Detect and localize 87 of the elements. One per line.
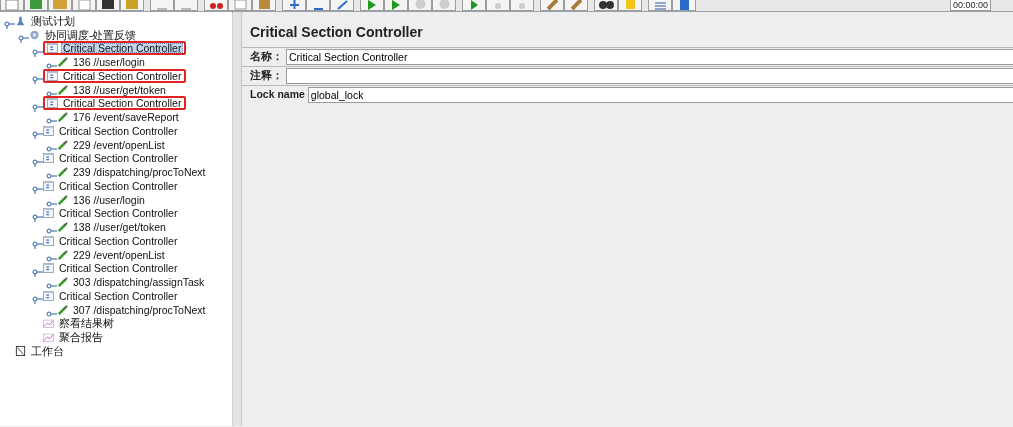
folder-icon bbox=[52, 0, 68, 10]
tree-item[interactable]: 138 //user/get/token bbox=[71, 84, 168, 95]
tree-item[interactable]: Critical Section Controller bbox=[57, 208, 180, 219]
play-button[interactable] bbox=[384, 0, 408, 11]
tree-item[interactable]: Critical Section Controller bbox=[57, 180, 180, 191]
folder-button[interactable] bbox=[48, 0, 72, 11]
tree-item[interactable]: 138 //user/get/token bbox=[71, 222, 168, 233]
play-icon bbox=[391, 0, 401, 10]
flask-icon bbox=[15, 15, 26, 26]
binoculars-icon bbox=[597, 0, 615, 10]
pipette-icon bbox=[57, 167, 68, 178]
pipette-icon bbox=[57, 222, 68, 233]
tree-item[interactable]: 229 /event/openList bbox=[71, 249, 167, 260]
tree-item[interactable]: 307 /dispatching/procToNext bbox=[71, 304, 208, 315]
plus-icon bbox=[288, 0, 300, 10]
tree-item[interactable]: Critical Section Controller bbox=[57, 235, 180, 246]
elapsed-time: 00:00:00 bbox=[949, 0, 991, 11]
minus-button[interactable] bbox=[306, 0, 330, 11]
controller-icon bbox=[43, 235, 54, 246]
tree-item[interactable]: Critical Section Controller bbox=[57, 153, 180, 164]
pipette-icon bbox=[57, 139, 68, 150]
notepad-icon bbox=[15, 345, 26, 356]
list-button[interactable] bbox=[648, 0, 672, 11]
stop-icon bbox=[518, 2, 526, 10]
stop-button[interactable] bbox=[408, 0, 432, 11]
tree-item[interactable]: 工作台 bbox=[29, 345, 66, 356]
controller-icon bbox=[43, 153, 54, 164]
pipette-icon bbox=[57, 57, 68, 68]
pipette-icon bbox=[57, 249, 68, 260]
page-button[interactable] bbox=[0, 0, 24, 11]
tree-item[interactable]: Critical Section Controller bbox=[57, 263, 180, 274]
tree-item[interactable]: 136 //user/login bbox=[71, 194, 147, 205]
controller-icon bbox=[43, 180, 54, 191]
copy-icon bbox=[233, 0, 247, 10]
tree-item[interactable]: Critical Section Controller bbox=[61, 98, 184, 109]
controller-icon bbox=[43, 208, 54, 219]
tree-item[interactable]: 测试计划 bbox=[29, 15, 77, 26]
tree-item[interactable]: 聚合报告 bbox=[57, 332, 105, 343]
tree-item[interactable]: Critical Section Controller bbox=[57, 125, 180, 136]
tree-item[interactable]: Critical Section Controller bbox=[61, 43, 184, 54]
binoculars-button[interactable] bbox=[594, 0, 618, 11]
tree-item[interactable]: Critical Section Controller bbox=[61, 70, 184, 81]
chart-icon bbox=[43, 332, 54, 343]
play-icon bbox=[367, 0, 377, 10]
tree-item[interactable]: 229 /event/openList bbox=[71, 139, 167, 150]
plus-button[interactable] bbox=[282, 0, 306, 11]
controller-icon bbox=[47, 70, 58, 81]
stop-icon bbox=[438, 0, 450, 10]
text-field[interactable]: global_lock bbox=[307, 87, 1013, 103]
panel-title: Critical Section Controller bbox=[249, 23, 424, 42]
tree-item[interactable]: 协同调度-处置反馈 bbox=[43, 29, 139, 40]
field-label: Lock name bbox=[250, 87, 305, 103]
stop-button[interactable] bbox=[432, 0, 456, 11]
play-icon bbox=[469, 0, 479, 10]
stop-icon bbox=[494, 2, 502, 10]
stop-button[interactable] bbox=[510, 0, 534, 11]
stop-button[interactable] bbox=[486, 0, 510, 11]
tree-item[interactable]: 察看结果树 bbox=[57, 318, 116, 329]
tree-item[interactable]: 303 /dispatching/assignTask bbox=[71, 277, 207, 288]
pipette-icon bbox=[57, 112, 68, 123]
list-icon bbox=[653, 2, 667, 10]
text-field[interactable]: Critical Section Controller bbox=[286, 49, 1013, 65]
pipette-icon bbox=[57, 277, 68, 288]
field-label: 注释： bbox=[250, 68, 283, 84]
stop-icon bbox=[414, 0, 426, 10]
controller-icon bbox=[43, 263, 54, 274]
play-button[interactable] bbox=[462, 0, 486, 11]
tree-item[interactable]: Critical Section Controller bbox=[57, 290, 180, 301]
pipette-icon bbox=[57, 194, 68, 205]
gear-icon bbox=[29, 29, 40, 40]
text-field[interactable] bbox=[286, 68, 1013, 84]
controller-icon bbox=[47, 98, 58, 109]
play-button[interactable] bbox=[360, 0, 384, 11]
copy-button[interactable] bbox=[228, 0, 252, 11]
page-icon bbox=[77, 0, 91, 10]
chart-icon bbox=[43, 318, 54, 329]
field-label: 名称： bbox=[250, 49, 283, 65]
tree-item[interactable]: 136 //user/login bbox=[71, 57, 147, 68]
controller-icon bbox=[47, 43, 58, 54]
controller-icon bbox=[43, 290, 54, 301]
tree-item[interactable]: 176 /event/saveReport bbox=[71, 112, 181, 123]
tree-item[interactable]: 239 /dispatching/procToNext bbox=[71, 167, 208, 178]
page-icon bbox=[5, 0, 19, 10]
pipette-icon bbox=[57, 84, 68, 95]
pipette-icon bbox=[57, 304, 68, 315]
minus-icon bbox=[312, 8, 324, 10]
controller-icon bbox=[43, 125, 54, 136]
